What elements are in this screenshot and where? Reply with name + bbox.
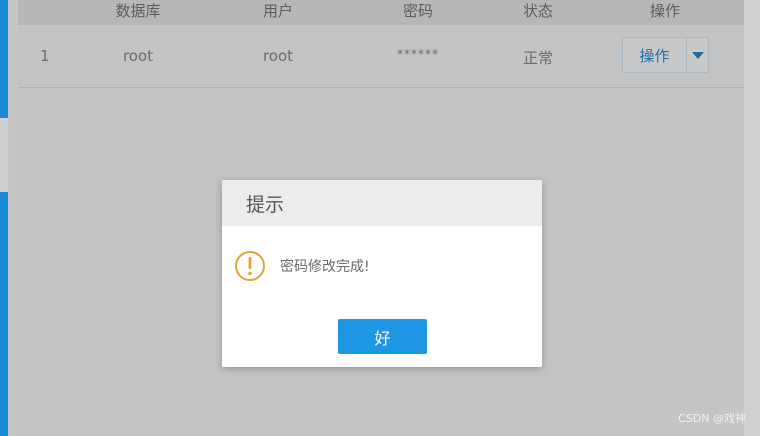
row-database: root [122,47,154,65]
header-password: 密码 [402,2,434,20]
action-button[interactable]: 操作 [623,38,687,72]
header-database: 数据库 [115,2,161,20]
dialog-title: 提示 [246,193,285,216]
row-index: 1 [40,47,50,65]
panel-right-edge [744,0,760,436]
row-password: ****** [397,47,439,61]
row-status: 正常 [522,49,554,67]
table-header: 数据库 用户 密码 状态 操作 [18,0,744,25]
header-action: 操作 [649,2,681,20]
app-left-edge [0,0,8,436]
watermark: CSDN @戏神 [678,412,746,425]
ok-button[interactable]: 好 [338,319,427,354]
dialog-header: 提示 [222,180,542,226]
dialog-message: 密码修改完成! [280,259,370,275]
left-edge-gap [0,118,8,192]
action-dropdown-toggle[interactable] [687,38,708,72]
alert-dialog: 提示 密码修改完成! 好 [222,180,542,367]
dialog-body: 密码修改完成! [234,250,370,282]
row-user: root [262,47,294,65]
row-action-group: 操作 [622,37,709,73]
caret-down-icon [691,51,704,59]
warning-circle-icon [235,251,265,281]
header-status: 状态 [522,2,554,20]
header-user: 用户 [262,2,294,20]
table-row: 1 root root ****** 正常 操作 [18,25,744,88]
